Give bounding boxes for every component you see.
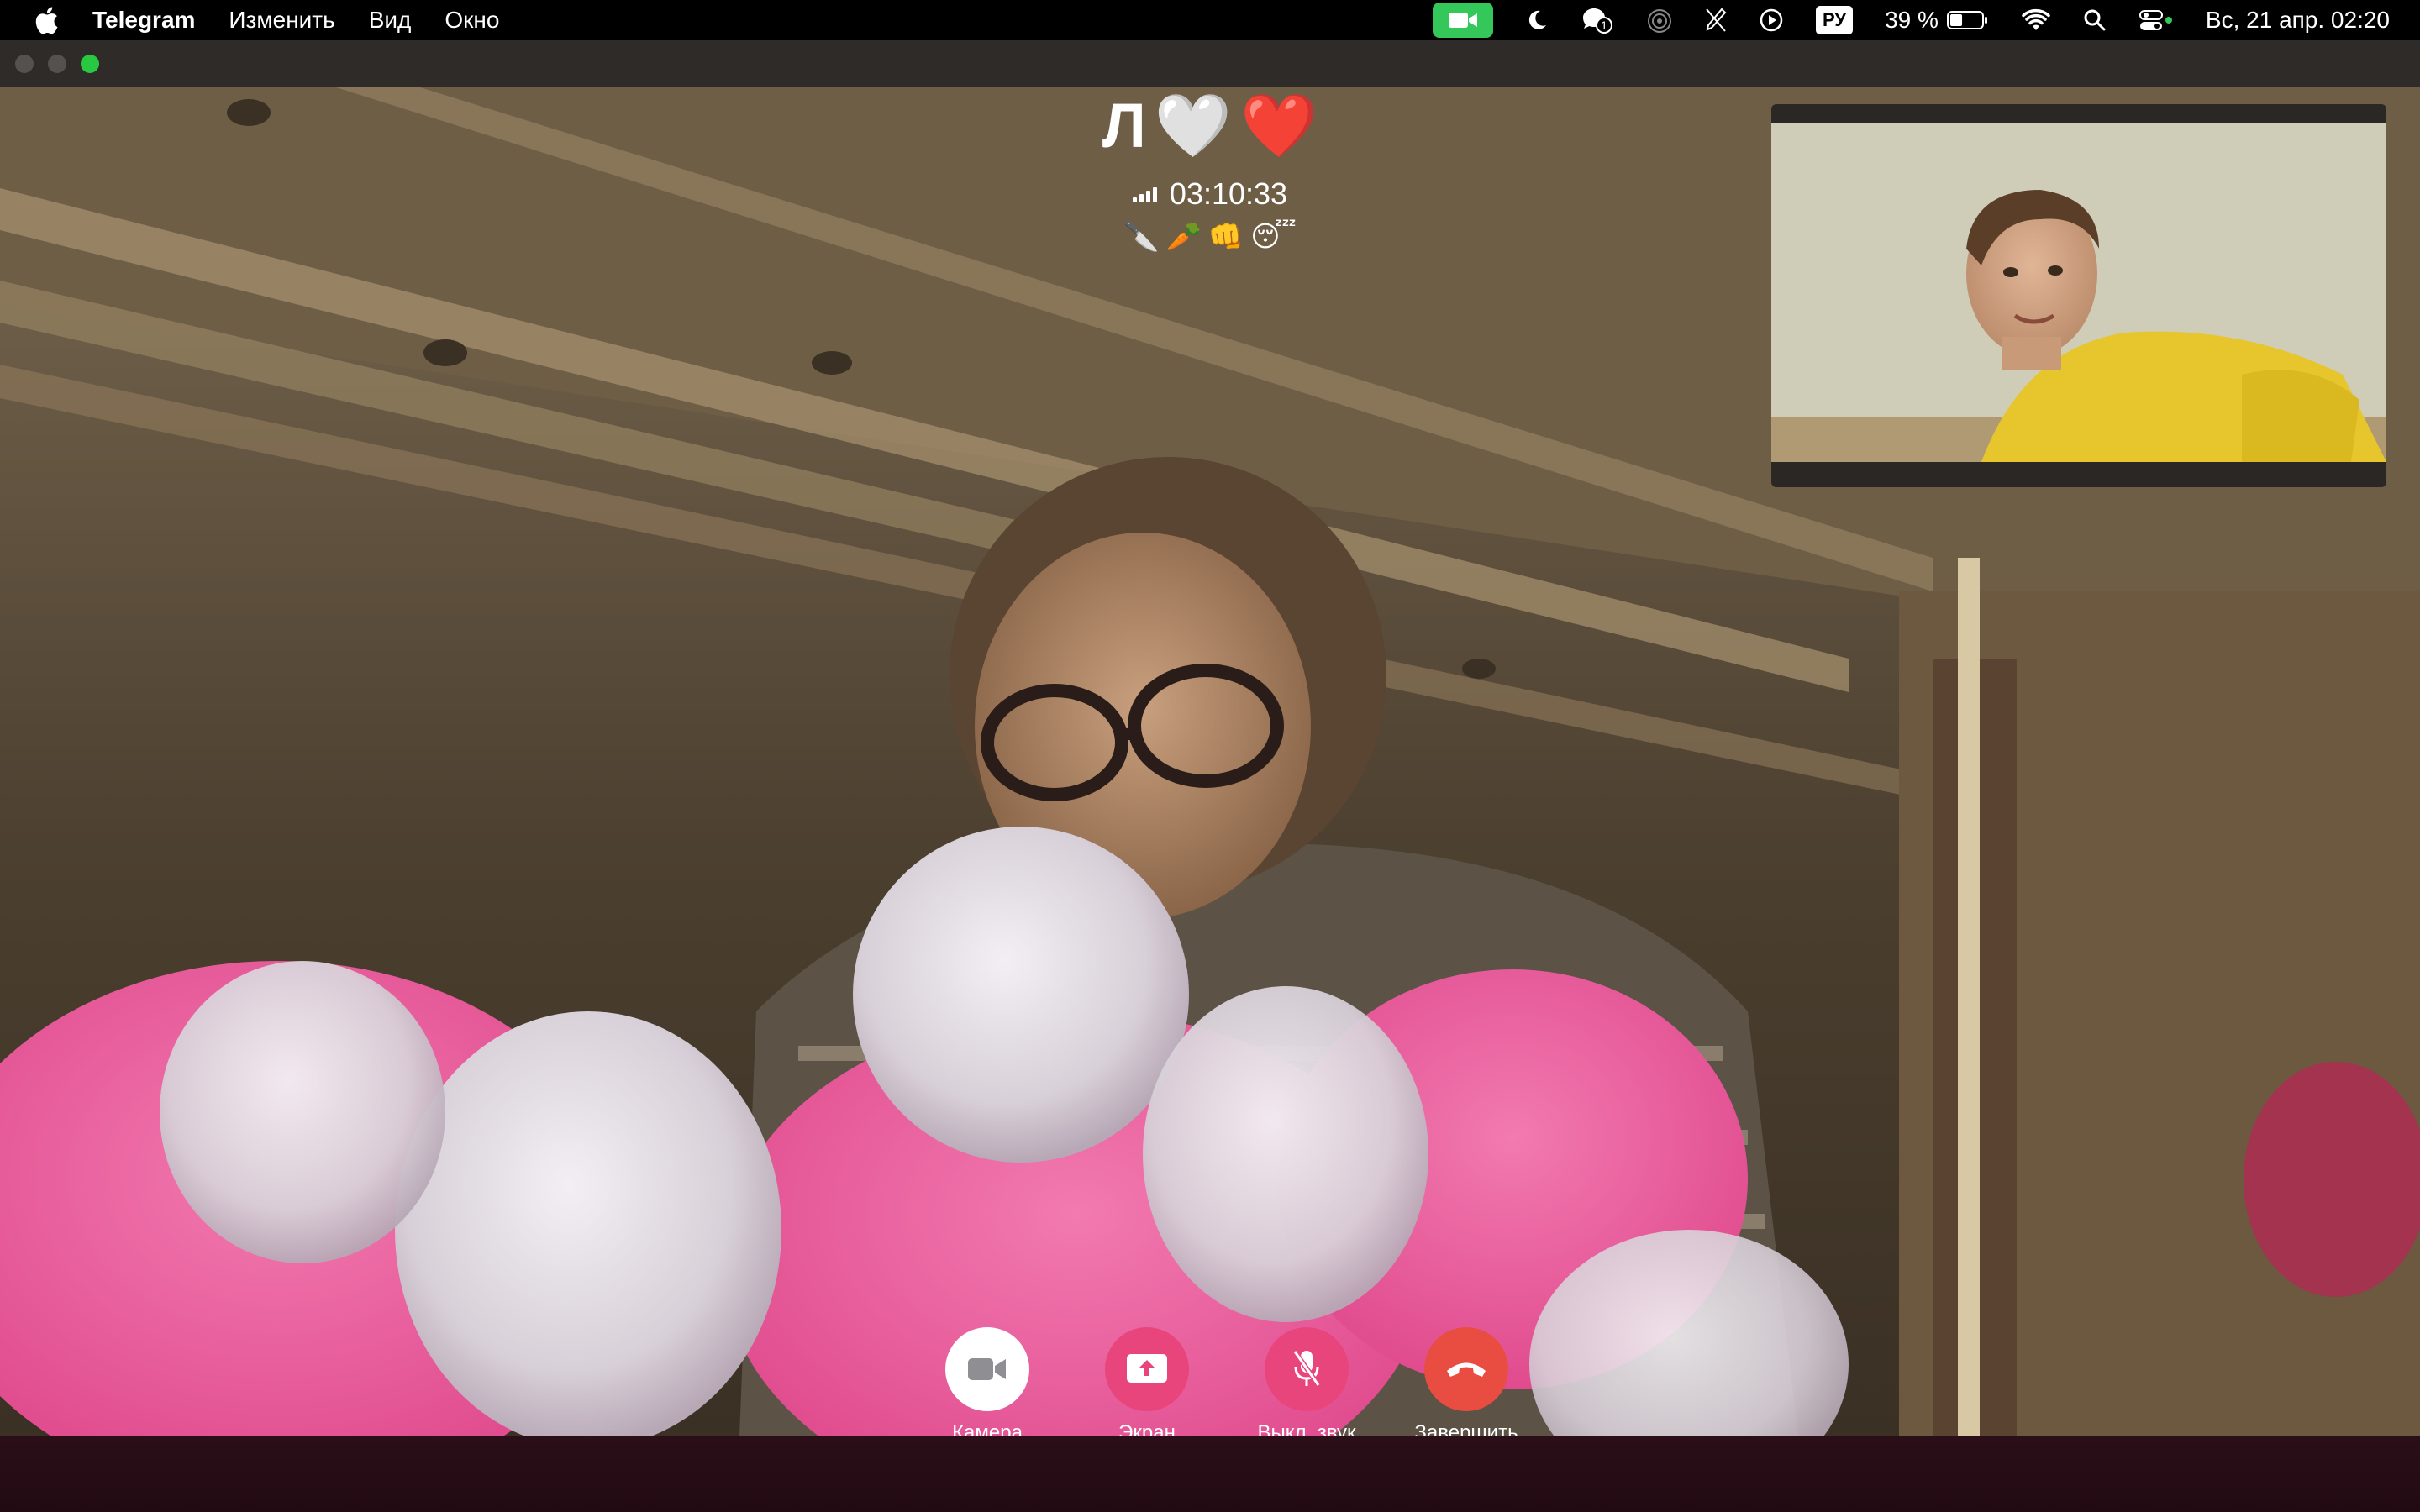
peer-name-text: Л [1102,91,1146,160]
signal-strength-icon [1132,186,1160,202]
carrot-emoji-icon: 🥕 [1165,221,1202,253]
mute-control[interactable]: Выкл. звук [1227,1327,1386,1445]
play-circle-icon[interactable] [1759,8,1784,33]
window-close-button[interactable] [15,55,34,73]
video-camera-icon [968,1358,1006,1380]
red-heart-icon: ❤️ [1239,91,1318,160]
window-minimize-button[interactable] [48,55,66,73]
menubar-clock[interactable]: Вс, 21 апр. 02:20 [2206,7,2390,34]
fist-emoji-icon: 👊 [1207,221,1244,253]
mute-button[interactable] [1265,1327,1349,1411]
sleeping-face-emoji-icon: 😴 [1250,221,1297,253]
window-titlebar [0,40,2420,87]
phone-hangup-icon [1447,1362,1486,1377]
screen-share-control[interactable]: Экран [1067,1327,1227,1445]
chat-notification-icon[interactable]: 1 [1581,6,1614,34]
knife-emoji-icon: 🔪 [1123,221,1160,253]
end-call-control[interactable]: Завершить [1386,1327,1546,1445]
screen-share-button[interactable] [1105,1327,1189,1411]
battery-icon[interactable] [1946,10,1989,30]
camera-in-use-icon[interactable] [1433,3,1493,38]
call-controls: Камера Экран Выкл. звук Завершить [908,1327,1546,1445]
screen: Telegram Изменить Вид Окно 1 РУ 39 % Вс,… [0,0,2420,1512]
wifi-icon[interactable] [2021,8,2051,32]
search-icon[interactable] [2083,8,2107,32]
menu-view[interactable]: Вид [369,7,412,34]
self-video [1771,123,2386,462]
menu-edit[interactable]: Изменить [229,7,334,34]
control-center-icon[interactable] [2139,8,2174,32]
camera-control[interactable]: Камера [908,1327,1067,1445]
apple-logo-icon[interactable] [34,6,59,34]
notification-count: 1 [1601,18,1607,32]
white-heart-icon: 🤍 [1154,91,1232,160]
end-call-button[interactable] [1424,1327,1508,1411]
pen-icon[interactable] [1705,8,1727,33]
camera-button[interactable] [945,1327,1029,1411]
self-video-pip[interactable] [1771,104,2386,487]
battery-percent: 39 % [1885,7,1939,33]
menu-bar: Telegram Изменить Вид Окно 1 РУ 39 % Вс,… [0,0,2420,40]
call-header: Л 🤍 ❤️ 03:10:33 🔪 🥕 👊 😴 [958,91,1462,254]
call-duration: 03:10:33 [1169,176,1288,211]
moon-icon[interactable] [1525,8,1549,32]
window-fullscreen-button[interactable] [81,55,99,73]
encryption-key-emojis[interactable]: 🔪 🥕 👊 😴 [958,220,1462,254]
peer-name: Л 🤍 ❤️ [958,91,1462,161]
mic-off-icon [1292,1350,1321,1387]
screen-share-icon [1127,1354,1167,1383]
airdrop-icon[interactable] [1646,8,1673,33]
call-status-row: 03:10:33 [958,176,1462,212]
menu-app-name[interactable]: Telegram [92,7,195,34]
keyboard-layout-indicator[interactable]: РУ [1816,6,1854,34]
menu-window[interactable]: Окно [445,7,499,34]
bottom-bar [0,1436,2420,1512]
